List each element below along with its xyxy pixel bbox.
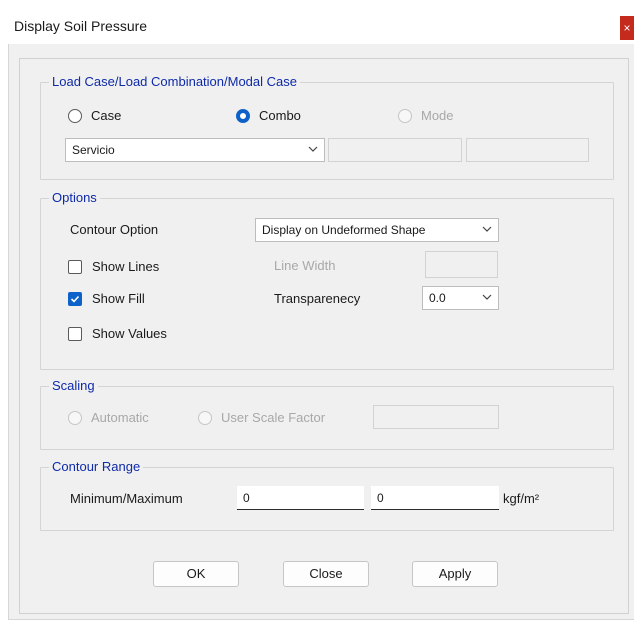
line-width-label: Line Width — [274, 258, 336, 273]
options-legend: Options — [49, 190, 100, 206]
load-combo-select[interactable]: Servicio — [65, 138, 325, 162]
mode-radio — [398, 109, 412, 123]
case-field-2 — [328, 138, 462, 162]
show-fill-checkbox[interactable] — [68, 292, 82, 306]
contour-option-label: Contour Option — [70, 222, 159, 237]
load-case-group: Load Case/Load Combination/Modal Case — [40, 74, 614, 180]
line-width-field — [425, 251, 498, 278]
automatic-radio — [68, 411, 82, 425]
contour-option-select[interactable]: Display on Undeformed Shape — [255, 218, 499, 242]
chevron-down-icon — [308, 146, 318, 152]
contour-range-legend: Contour Range — [49, 459, 144, 475]
transparency-value: 0.0 — [429, 291, 446, 305]
show-lines-checkbox[interactable] — [68, 260, 82, 274]
check-icon — [70, 295, 80, 303]
show-lines-label[interactable]: Show Lines — [92, 259, 159, 275]
user-scale-radio — [198, 411, 212, 425]
transparency-select[interactable]: 0.0 — [422, 286, 499, 310]
contour-option-value: Display on Undeformed Shape — [262, 223, 426, 237]
user-scale-label: User Scale Factor — [221, 410, 326, 425]
scale-factor-field — [373, 405, 499, 429]
case-radio[interactable] — [68, 109, 82, 123]
case-radio-label[interactable]: Case — [91, 108, 121, 124]
load-combo-value: Servicio — [72, 143, 115, 157]
mode-radio-label: Mode — [421, 108, 454, 123]
units-label: kgf/m² — [503, 491, 540, 506]
show-values-checkbox[interactable] — [68, 327, 82, 341]
minmax-label: Minimum/Maximum — [70, 491, 183, 506]
title-bar: Display Soil Pressure × — [0, 0, 634, 44]
chevron-down-icon — [482, 226, 492, 232]
load-case-legend: Load Case/Load Combination/Modal Case — [49, 74, 300, 90]
show-fill-label[interactable]: Show Fill — [92, 291, 145, 307]
scaling-legend: Scaling — [49, 378, 98, 394]
ok-button[interactable]: OK — [153, 561, 239, 587]
show-values-label[interactable]: Show Values — [92, 326, 167, 342]
automatic-label: Automatic — [91, 410, 149, 425]
close-icon: × — [623, 21, 631, 35]
minimum-input[interactable]: 0 — [237, 486, 364, 510]
window-title: Display Soil Pressure — [14, 18, 148, 34]
close-button[interactable]: Close — [283, 561, 369, 587]
combo-radio-label[interactable]: Combo — [259, 108, 301, 124]
case-field-3 — [466, 138, 589, 162]
chevron-down-icon — [482, 294, 492, 300]
transparency-label: Transparenecy — [274, 291, 361, 306]
close-window-button[interactable]: × — [620, 16, 634, 40]
apply-button[interactable]: Apply — [412, 561, 498, 587]
combo-radio[interactable] — [236, 109, 250, 123]
maximum-input[interactable]: 0 — [371, 486, 499, 510]
